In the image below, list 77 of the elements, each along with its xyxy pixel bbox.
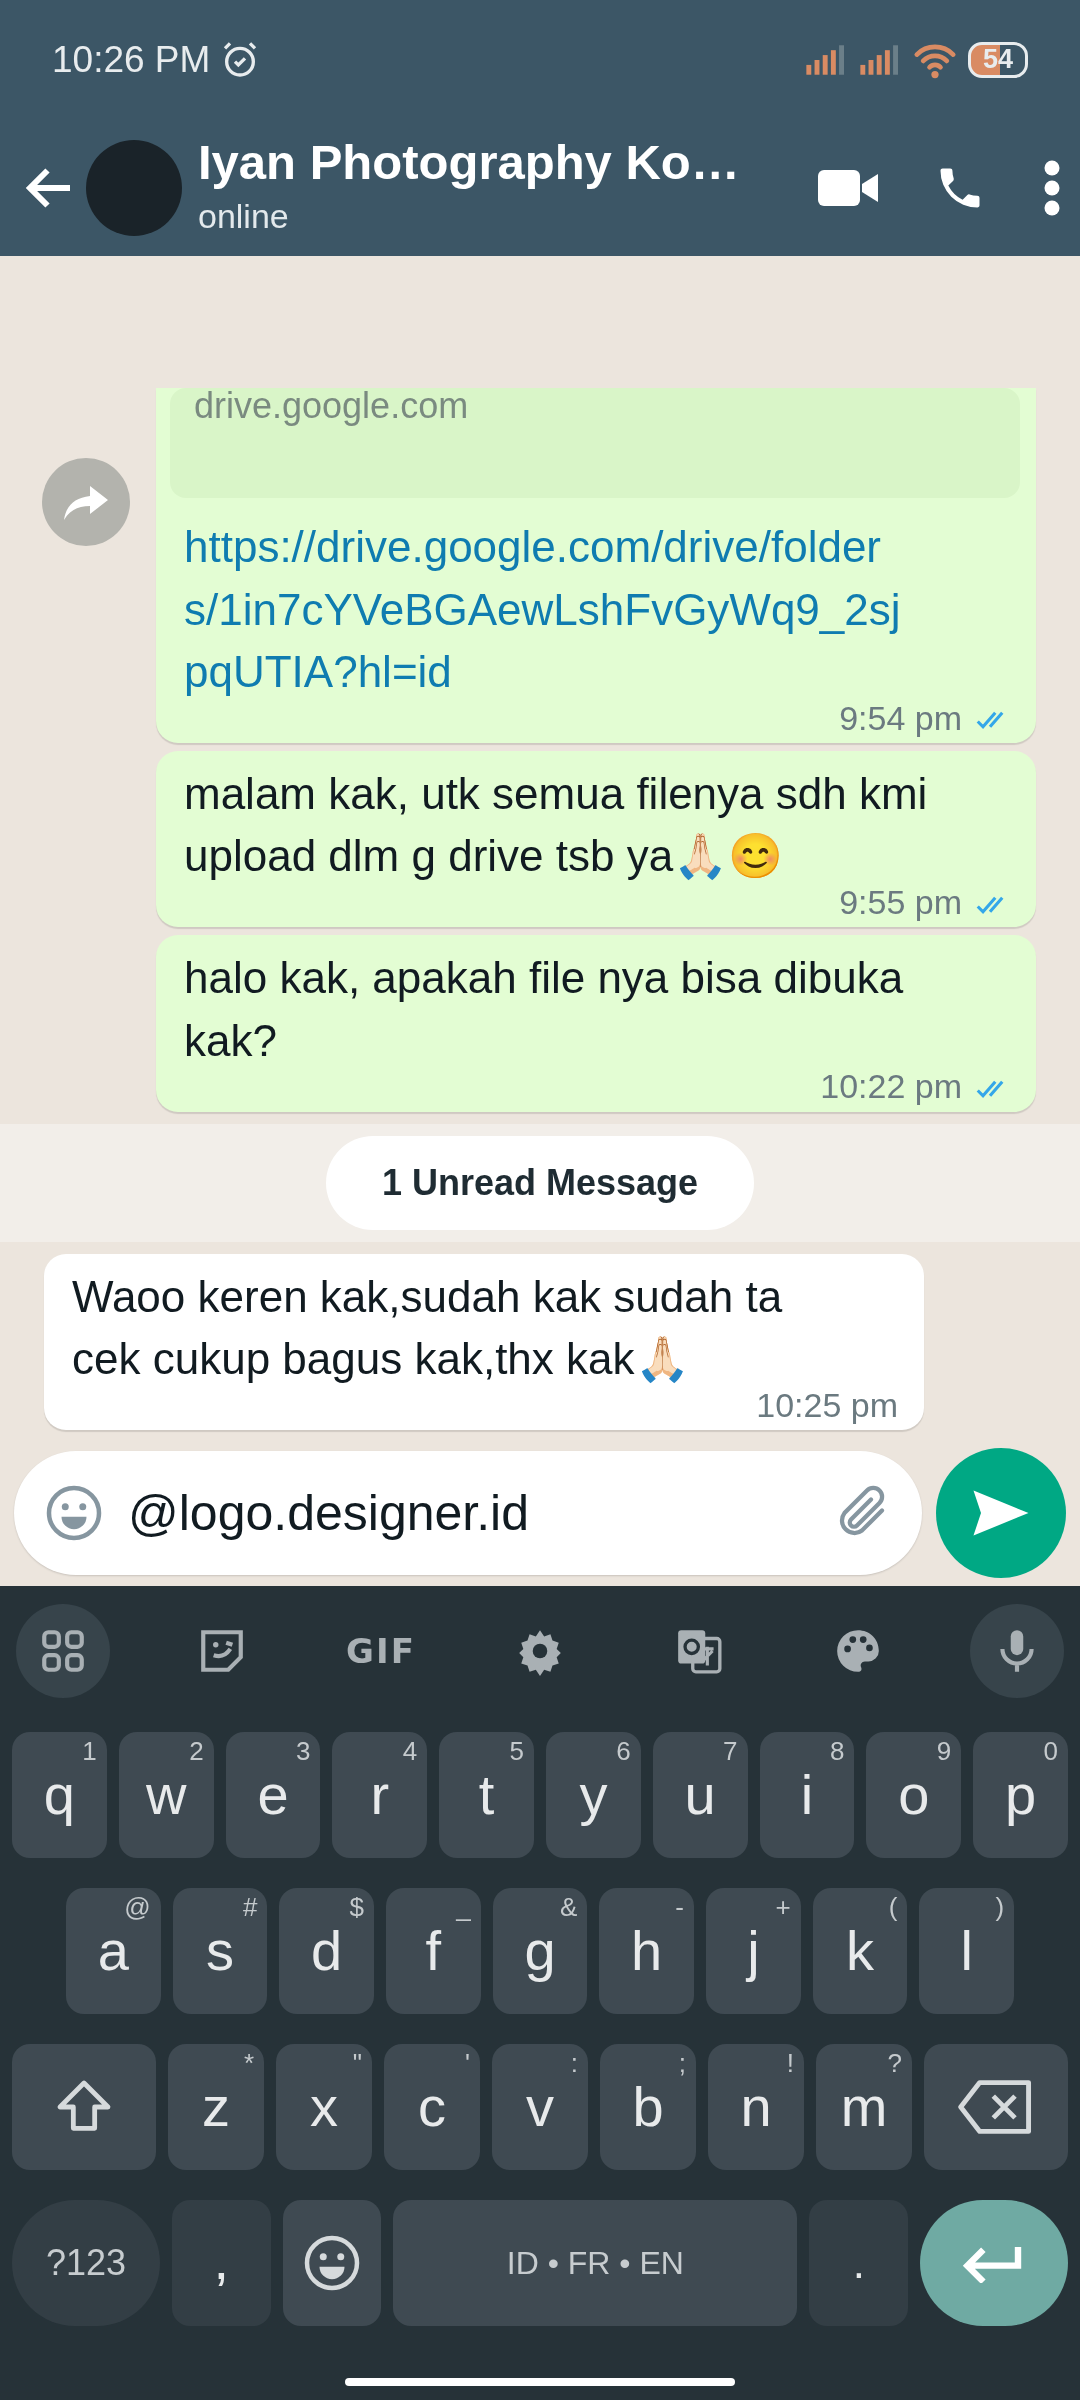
key-hint: 0 — [1043, 1738, 1058, 1764]
keyboard-key[interactable]: a @ — [66, 1888, 161, 2014]
keyboard-key[interactable]: l ) — [919, 1888, 1015, 2014]
key-hint: * — [243, 2050, 254, 2076]
unread-messages-banner: 1 Unread Message — [325, 1135, 755, 1230]
keyboard-key[interactable]: q 1 — [12, 1732, 107, 1858]
keyboard-key[interactable]: t 5 — [439, 1732, 534, 1858]
message-text: malam kak, utk semua filenya sdh kmi upload dlm g drive tsb ya🙏🏻😊 — [184, 768, 929, 883]
comma-key[interactable]: , — [171, 2200, 271, 2326]
message-time: 10:25 pm — [756, 1386, 898, 1424]
message-text: Waoo keren kak,sudah kak sudah ta cek cukup bagus kak,thx kak🙏🏻 — [72, 1270, 784, 1386]
keyboard-key[interactable]: z * — [168, 2044, 264, 2170]
key-hint: 4 — [402, 1738, 418, 1764]
message-input[interactable]: @logo.designer.id — [14, 1451, 922, 1575]
key-hint: _ — [456, 1894, 471, 1920]
keyboard-key[interactable]: c ' — [384, 2044, 480, 2170]
key-hint: ? — [887, 2050, 902, 2076]
key-hint: ; — [678, 2050, 686, 2076]
keyboard-key[interactable]: n ! — [708, 2044, 804, 2170]
key-hint: # — [242, 1894, 258, 1920]
keyboard-key[interactable]: i 8 — [759, 1732, 855, 1858]
key-hint: $ — [349, 1894, 364, 1920]
key-hint: ' — [465, 2050, 470, 2076]
key-hint: 6 — [616, 1738, 631, 1764]
shift-key[interactable] — [12, 2044, 156, 2170]
backspace-key[interactable] — [924, 2044, 1068, 2170]
keyboard-key[interactable]: p 0 — [973, 1732, 1068, 1858]
key-hint: " — [352, 2050, 362, 2076]
period-key[interactable]: . — [809, 2200, 909, 2326]
backspace-icon — [958, 2077, 1034, 2137]
message-time: 9:55 pm — [839, 883, 962, 922]
keyboard-key[interactable]: y 6 — [546, 1732, 641, 1858]
keyboard-key[interactable]: m ? — [816, 2044, 912, 2170]
keyboard-key[interactable]: u 7 — [652, 1732, 748, 1858]
keyboard-key[interactable]: x " — [276, 2044, 372, 2170]
key-hint: 3 — [295, 1738, 311, 1764]
emoji-key[interactable] — [282, 2200, 382, 2326]
key-hint: @ — [124, 1894, 151, 1920]
keyboard-key[interactable]: r 4 — [332, 1732, 428, 1858]
symbols-key[interactable]: ?123 — [12, 2200, 160, 2326]
key-hint: ) — [995, 1894, 1005, 1920]
key-hint: 5 — [509, 1738, 524, 1764]
space-bar[interactable]: ID • FR • EN — [393, 2200, 798, 2326]
keyboard-key[interactable]: v : — [492, 2044, 588, 2170]
key-hint: 9 — [936, 1738, 952, 1764]
keyboard-key[interactable]: g & — [492, 1888, 588, 2014]
keyboard-key[interactable]: h - — [599, 1888, 695, 2014]
key-hint: 1 — [82, 1738, 97, 1764]
key-hint: ! — [786, 2050, 794, 2076]
key-hint: 2 — [189, 1738, 204, 1764]
keyboard-key[interactable]: s # — [172, 1888, 268, 2014]
key-hint: : — [570, 2050, 578, 2076]
video-call-icon[interactable] — [818, 168, 878, 208]
keyboard-key[interactable]: w 2 — [118, 1732, 214, 1858]
clock-time: 10:26 PM — [52, 38, 211, 83]
key-hint: 8 — [829, 1738, 845, 1764]
emoji-icon[interactable] — [44, 1483, 104, 1543]
message-text-input[interactable]: @logo.designer.id — [126, 1474, 810, 1552]
key-hint: ( — [888, 1894, 898, 1920]
keyboard-key[interactable]: j + — [706, 1888, 801, 2014]
key-hint: + — [775, 1894, 791, 1920]
keyboard-key[interactable]: e 3 — [225, 1732, 321, 1858]
keyboard-key[interactable]: k ( — [812, 1888, 908, 2014]
link-preview-domain: drive.google.com — [194, 388, 469, 425]
contact-status: online — [198, 195, 290, 237]
keyboard-key[interactable]: o 9 — [866, 1732, 962, 1858]
chat-title[interactable]: Iyan Photography Ko… — [198, 134, 818, 191]
keyboard-key[interactable]: f _ — [386, 1888, 481, 2014]
more-options-icon[interactable] — [1042, 158, 1062, 218]
gif-button[interactable]: GIF — [334, 1604, 428, 1698]
key-hint: 7 — [723, 1738, 738, 1764]
key-hint: - — [675, 1894, 685, 1920]
key-hint: & — [560, 1894, 578, 1920]
keyboard-key[interactable]: d $ — [279, 1888, 374, 2014]
message-time: 10:22 pm — [820, 1068, 962, 1106]
message-text: halo kak, apakah file nya bisa dibuka kak? — [184, 952, 905, 1067]
keyboard-key[interactable]: b ; — [600, 2044, 696, 2170]
